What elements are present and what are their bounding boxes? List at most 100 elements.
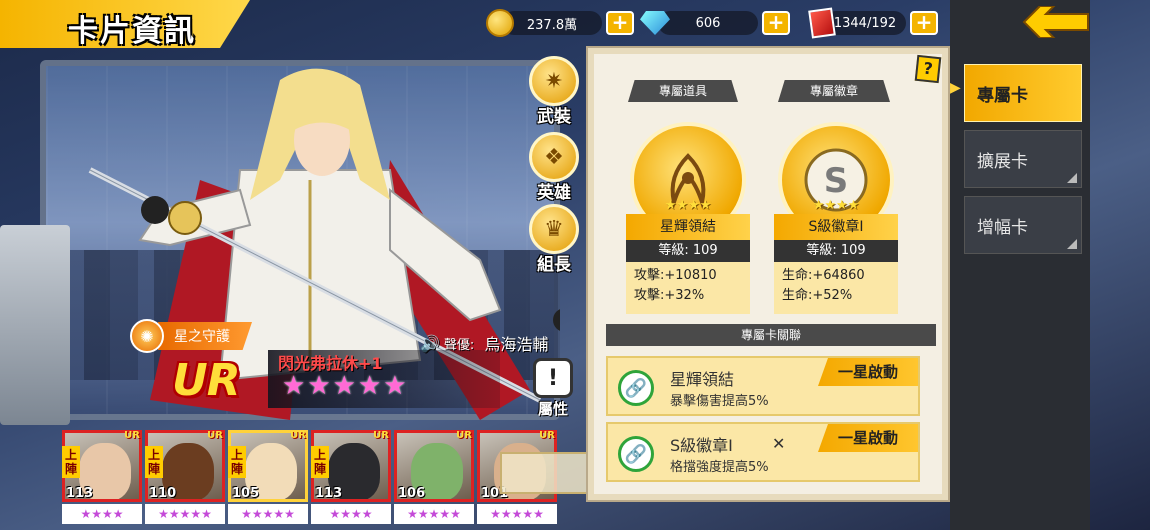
- star-icon: ★: [490, 507, 501, 521]
- hero-button[interactable]: ❖ 英雄: [524, 132, 584, 203]
- help-button[interactable]: ?: [914, 54, 942, 84]
- exclusive-item-card[interactable]: ★★★★ 星輝領結 等級: 109 攻擊:+10810 攻擊:+32%: [626, 122, 750, 314]
- page-title: 卡片資訊: [68, 14, 196, 49]
- star-icon: ★: [307, 371, 331, 401]
- member-level: 110: [149, 486, 177, 501]
- star-icon: ★: [439, 507, 451, 521]
- star-icon: ★: [282, 371, 306, 401]
- star-icon: ★: [361, 507, 373, 521]
- star-icon: ★: [273, 507, 285, 521]
- nav-item-label: 專屬卡: [977, 85, 1028, 106]
- badge-stars: ★★★★: [812, 198, 860, 213]
- badge-stat-2: 生命:+52%: [782, 288, 853, 303]
- star-icon: ★: [284, 507, 295, 521]
- member-rarity: UR: [373, 430, 389, 441]
- member-rarity: UR: [124, 430, 140, 441]
- star-icon: ★: [428, 507, 440, 521]
- star-icon: ★: [340, 507, 351, 521]
- star-icon: ★: [190, 507, 202, 521]
- badge-stats: 生命:+64860 生命:+52%: [774, 262, 898, 314]
- link-row[interactable]: 🔗 星輝領結 暴擊傷害提高5% 一星啟動: [606, 356, 920, 416]
- leader-label: 組長: [537, 255, 571, 275]
- link-title: S級徽章I: [670, 436, 733, 455]
- coin-resource: 237.8萬 +: [486, 9, 634, 37]
- armament-button[interactable]: ✷ 武裝: [524, 56, 584, 127]
- add-card-ticket-button[interactable]: +: [910, 11, 938, 35]
- team-member[interactable]: UR 上陣 113 ★ ★ ★ ★: [311, 430, 391, 525]
- nav-item[interactable]: 增幅卡: [964, 196, 1082, 254]
- team-member[interactable]: UR 上陣 110 ★ ★ ★ ★ ★: [145, 430, 225, 525]
- member-rarity: UR: [456, 430, 472, 441]
- nav-item-label: 增幅卡: [977, 217, 1028, 238]
- member-stars: ★ ★ ★ ★ ★: [394, 504, 474, 524]
- leader-icon: ♛: [529, 204, 579, 254]
- star-icon: ★: [102, 507, 113, 521]
- member-stars: ★ ★ ★ ★: [62, 504, 142, 524]
- item-level-value: 109: [692, 243, 718, 258]
- attribute-icon: !: [533, 358, 573, 398]
- guardian-label: 星之守護: [158, 322, 252, 350]
- link-icon: 🔗: [618, 436, 654, 472]
- exclusive-badge-card[interactable]: S ★★★★ S級徽章I 等級: 109 生命:+64860 生命:+52%: [774, 122, 898, 314]
- onfield-badge: 上陣: [311, 446, 329, 478]
- star-icon: ★: [262, 507, 274, 521]
- star-icon: ★: [407, 507, 418, 521]
- link-row[interactable]: 🔗 S級徽章I 格擋強度提高5% 一星啟動: [606, 422, 920, 482]
- back-arrow-icon[interactable]: [1018, 6, 1098, 38]
- star-icon: ★: [500, 507, 512, 521]
- star-icon: ★: [417, 507, 429, 521]
- badge-level-label: 等級:: [806, 243, 837, 258]
- member-stars: ★ ★ ★ ★ ★: [477, 504, 557, 524]
- nav-item[interactable]: 專屬卡: [964, 64, 1082, 122]
- member-stars: ★ ★ ★ ★ ★: [145, 504, 225, 524]
- corner-icon: [1067, 239, 1077, 249]
- card-ticket-resource: 1344/192 +: [808, 7, 938, 39]
- leader-button[interactable]: ♛ 組長: [524, 204, 584, 275]
- star-icon: ★: [522, 507, 534, 521]
- onfield-badge: 上陣: [228, 446, 246, 478]
- link-title: 星輝領結: [670, 370, 735, 389]
- card-ticket-icon: [808, 7, 836, 39]
- close-icon[interactable]: ✕: [772, 434, 785, 453]
- item-name: 星輝領結: [626, 214, 750, 240]
- star-icon: ★: [351, 507, 362, 521]
- star-icon: ★: [332, 371, 356, 401]
- member-level: 106: [398, 486, 426, 501]
- diamond-value: 606: [658, 11, 758, 35]
- exclusive-item-header: 專屬道具: [628, 80, 738, 102]
- guardian-icon: ✺: [130, 319, 164, 353]
- link-description: 暴擊傷害提高5%: [670, 394, 769, 409]
- member-level: 105: [232, 486, 260, 501]
- star-icon: ★: [383, 371, 407, 401]
- member-rarity: UR: [290, 430, 306, 441]
- badge-level: 等級: 109: [774, 240, 898, 262]
- card-ticket-value: 1344/192: [824, 11, 906, 35]
- character-stars: ★ ★ ★ ★ ★: [282, 372, 407, 400]
- add-coin-button[interactable]: +: [606, 11, 634, 35]
- item-stat-1: 攻擊:+10810: [634, 268, 717, 283]
- item-stars: ★★★★: [664, 198, 712, 213]
- exclusive-badge-header: 專屬徽章: [778, 80, 890, 102]
- member-stars: ★ ★ ★ ★: [311, 504, 391, 524]
- star-icon: ★: [168, 507, 180, 521]
- card-link-header: 專屬卡關聯: [606, 324, 936, 346]
- link-status: 一星啟動: [818, 358, 918, 386]
- hero-label: 英雄: [537, 183, 571, 203]
- member-level: 113: [66, 486, 94, 501]
- guardian-badge: ✺ 星之守護: [130, 319, 252, 353]
- svg-text:S: S: [824, 161, 849, 201]
- armament-icon: ✷: [529, 56, 579, 106]
- item-stats: 攻擊:+10810 攻擊:+32%: [626, 262, 750, 314]
- team-member[interactable]: UR 上陣 105 ★ ★ ★ ★ ★: [228, 430, 308, 525]
- star-icon: ★: [91, 507, 102, 521]
- team-member[interactable]: UR 上陣 113 ★ ★ ★ ★: [62, 430, 142, 525]
- badge-name: S級徽章I: [774, 214, 898, 240]
- add-diamond-button[interactable]: +: [762, 11, 790, 35]
- team-member[interactable]: UR 106 ★ ★ ★ ★ ★: [394, 430, 474, 525]
- star-icon: ★: [158, 507, 169, 521]
- link-icon: 🔗: [618, 370, 654, 406]
- attribute-button[interactable]: ! 屬性: [528, 358, 578, 419]
- nav-item[interactable]: 擴展卡: [964, 130, 1082, 188]
- member-rarity: UR: [207, 430, 223, 441]
- member-level: 113: [315, 486, 343, 501]
